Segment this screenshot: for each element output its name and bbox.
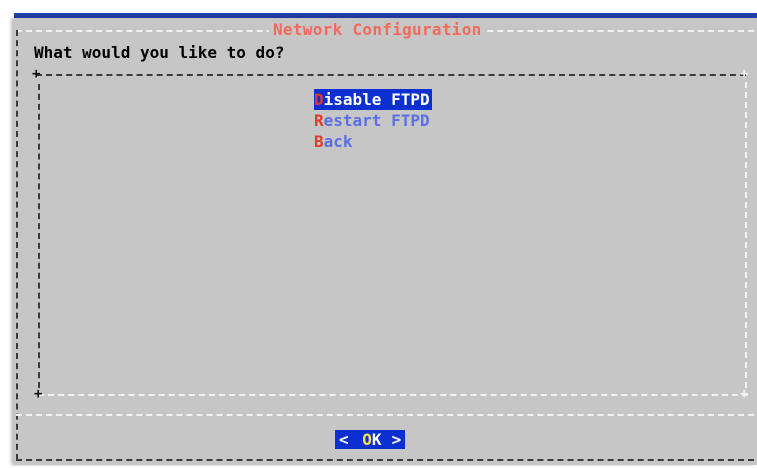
menu-box-left-border <box>38 84 40 388</box>
menu-box-corner: + <box>32 66 41 82</box>
ok-button-hotkey: O <box>362 430 372 449</box>
menu-item-label: estart FTPD <box>323 111 430 130</box>
dialog-bottom-border <box>16 459 754 461</box>
dialog-prompt: What would you like to do? <box>34 43 285 62</box>
button-row-separator <box>16 414 754 416</box>
menu-item-hotkey: R <box>314 111 324 130</box>
menu-box-bottom-border <box>38 394 748 396</box>
ok-button-right-bracket: > <box>387 430 406 449</box>
menu-item-label: ack <box>323 132 353 151</box>
dialog-title: Network Configuration <box>269 21 486 39</box>
menu-item-back[interactable]: Back <box>314 131 432 152</box>
menu-box-corner: + <box>740 66 749 82</box>
dialog-left-border <box>16 30 18 460</box>
ok-button-label: K <box>371 430 388 449</box>
terminal-screen: Network Configuration What would you lik… <box>0 0 757 468</box>
menu-box-right-border <box>745 82 747 388</box>
menu-item-label: isable FTPD <box>323 90 430 109</box>
menu-box-corner: + <box>34 386 43 402</box>
network-configuration-dialog: Network Configuration What would you lik… <box>14 18 757 465</box>
menu-item-disable-ftpd[interactable]: Disable FTPD <box>314 89 432 110</box>
menu-item-hotkey: D <box>314 90 324 109</box>
menu-list: Disable FTPD Restart FTPD Back <box>314 89 432 152</box>
menu-box-top-border <box>36 74 746 76</box>
ok-button[interactable]: < OK > <box>335 430 406 450</box>
menu-box-corner: + <box>740 386 749 402</box>
ok-button-left-bracket: < <box>335 430 353 449</box>
menu-item-hotkey: B <box>314 132 324 151</box>
menu-item-restart-ftpd[interactable]: Restart FTPD <box>314 110 432 131</box>
